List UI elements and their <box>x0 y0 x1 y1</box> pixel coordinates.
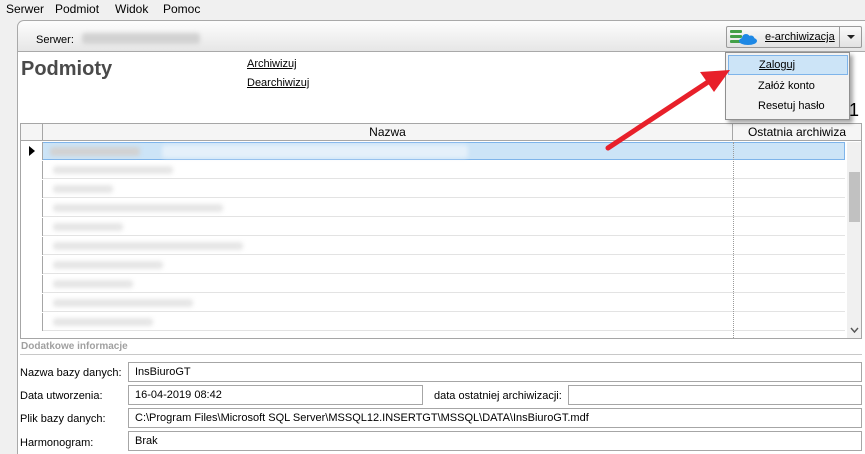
menu-item-zaloz-konto[interactable]: Załóż konto <box>728 77 848 97</box>
schedule-label: Harmonogram: <box>20 437 94 449</box>
archiwizuj-link[interactable]: Archiwizuj <box>247 58 297 70</box>
row-name-redacted <box>162 145 468 158</box>
grid-scrollbar[interactable] <box>847 142 862 338</box>
db-file-field[interactable]: C:\Program Files\Microsoft SQL Server\MS… <box>128 408 862 428</box>
menu-podmiot[interactable]: Podmiot <box>55 2 99 16</box>
row-indicator <box>21 142 43 160</box>
page-number: 1 <box>849 100 860 120</box>
created-label: Data utworzenia: <box>20 390 103 402</box>
db-file-label: Plik bazy danych: <box>20 413 106 425</box>
scroll-down-icon[interactable] <box>847 324 862 336</box>
table-row[interactable] <box>21 218 845 236</box>
table-row[interactable] <box>21 237 845 255</box>
menu-serwer[interactable]: Serwer <box>6 2 44 16</box>
e-archiwizacja-label: e-archiwizacja <box>765 31 835 43</box>
table-row[interactable] <box>21 199 845 217</box>
dearchiwizuj-link[interactable]: Dearchiwizuj <box>247 77 309 89</box>
e-archiwizacja-dropdown: Zaloguj Załóż konto Resetuj hasło <box>725 52 850 120</box>
grid-corner <box>21 124 43 141</box>
row-name-redacted <box>50 147 140 156</box>
page-title: Podmioty <box>21 58 113 80</box>
database-cloud-icon <box>729 29 759 46</box>
column-ostatnia-archiwizacja[interactable]: Ostatnia archiwiza <box>733 124 861 141</box>
section-title: Dodatkowe informacje <box>21 341 128 352</box>
menu-bar: Serwer Podmiot Widok Pomoc <box>0 0 865 19</box>
db-name-label: Nazwa bazy danych: <box>20 367 122 379</box>
table-row[interactable] <box>21 161 845 179</box>
table-row[interactable] <box>21 313 845 331</box>
column-divider <box>733 142 734 338</box>
table-row[interactable] <box>21 180 845 198</box>
server-name-redacted <box>82 33 200 44</box>
menu-widok[interactable]: Widok <box>115 2 148 16</box>
dropdown-toggle[interactable] <box>839 26 861 48</box>
menu-item-resetuj-haslo[interactable]: Resetuj hasło <box>728 97 848 117</box>
table-row[interactable] <box>21 294 845 312</box>
e-archiwizacja-button[interactable]: e-archiwizacja <box>726 26 862 48</box>
scrollbar-thumb[interactable] <box>849 172 860 222</box>
server-label: Serwer: <box>36 34 74 46</box>
annotation-arrow-icon <box>605 70 730 151</box>
menu-item-zaloguj[interactable]: Zaloguj <box>728 55 848 75</box>
current-row-arrow-icon <box>29 146 35 156</box>
db-name-field[interactable]: InsBiuroGT <box>128 362 862 382</box>
menu-pomoc[interactable]: Pomoc <box>163 2 200 16</box>
table-row[interactable] <box>21 256 845 274</box>
table-row[interactable] <box>21 275 845 293</box>
section-divider <box>20 354 862 355</box>
podmioty-grid[interactable]: Nazwa Ostatnia archiwiza <box>20 123 862 339</box>
created-field[interactable]: 16-04-2019 08:42 <box>128 385 423 405</box>
last-archive-label: data ostatniej archiwizacji: <box>434 390 562 402</box>
schedule-field[interactable]: Brak <box>128 431 862 451</box>
last-archive-field[interactable] <box>568 385 862 405</box>
chevron-down-icon <box>847 35 855 39</box>
